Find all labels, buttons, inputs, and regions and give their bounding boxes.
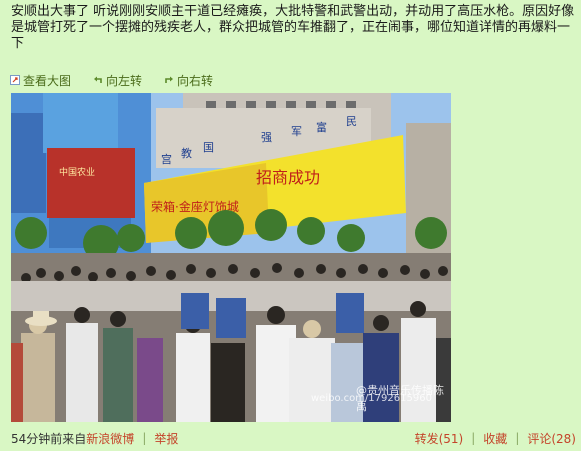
post-time: 54分钟前 (11, 431, 63, 446)
comment-button[interactable]: 评论(28) (527, 430, 576, 447)
post-text: 安顺出大事了 听说刚刚安顺主干道已经瘫痪，大批特警和武警出动，并动用了高压水枪。… (11, 4, 575, 51)
rotate-left-button[interactable]: 向左转 (93, 72, 142, 89)
rotate-right-icon (165, 76, 174, 83)
source-link[interactable]: 新浪微博 (86, 430, 134, 447)
rotate-right-button[interactable]: 向右转 (164, 72, 213, 89)
view-large-label: 查看大图 (23, 73, 72, 88)
favorite-button[interactable]: 收藏 (483, 430, 507, 447)
post-footer: 54分钟前 来自 新浪微博 | 举报 转发(51) | 收藏 | 评论(28) (11, 430, 576, 446)
svg-text:强: 强 (261, 131, 272, 144)
sign-main-text: 招商成功 (256, 168, 320, 187)
rotate-left-icon (94, 76, 102, 83)
svg-text:富: 富 (316, 120, 327, 134)
image-toolbar: 查看大图 向左转 向右转 (10, 71, 235, 89)
divider: | (142, 431, 147, 445)
magnify-icon (10, 75, 20, 85)
report-link[interactable]: 举报 (154, 430, 178, 447)
rotate-right-label: 向右转 (177, 73, 214, 88)
view-large-button[interactable]: 查看大图 (10, 72, 71, 89)
divider: | (515, 431, 520, 445)
rotate-left-label: 向左转 (106, 73, 143, 88)
photo-scene: 中国农业 宫教国 强军富民 荣箱·金座灯饰城 招商成功 (11, 93, 451, 422)
divider: | (471, 431, 476, 445)
svg-text:教: 教 (181, 147, 192, 160)
post-actions: 转发(51) | 收藏 | 评论(28) (415, 430, 576, 447)
post-photo[interactable]: 中国农业 宫教国 强军富民 荣箱·金座灯饰城 招商成功 @贵州音乐传播陈禹 we… (11, 93, 451, 422)
svg-text:宫: 宫 (161, 152, 172, 166)
svg-text:军: 军 (291, 125, 302, 138)
store-sign-text: 中国农业 (59, 166, 95, 178)
svg-text:国: 国 (203, 141, 214, 154)
svg-text:民: 民 (346, 115, 357, 128)
watermark-url: weibo.com/1792615960 (311, 393, 432, 404)
source-prefix: 来自 (62, 431, 87, 446)
repost-button[interactable]: 转发(51) (415, 430, 464, 447)
